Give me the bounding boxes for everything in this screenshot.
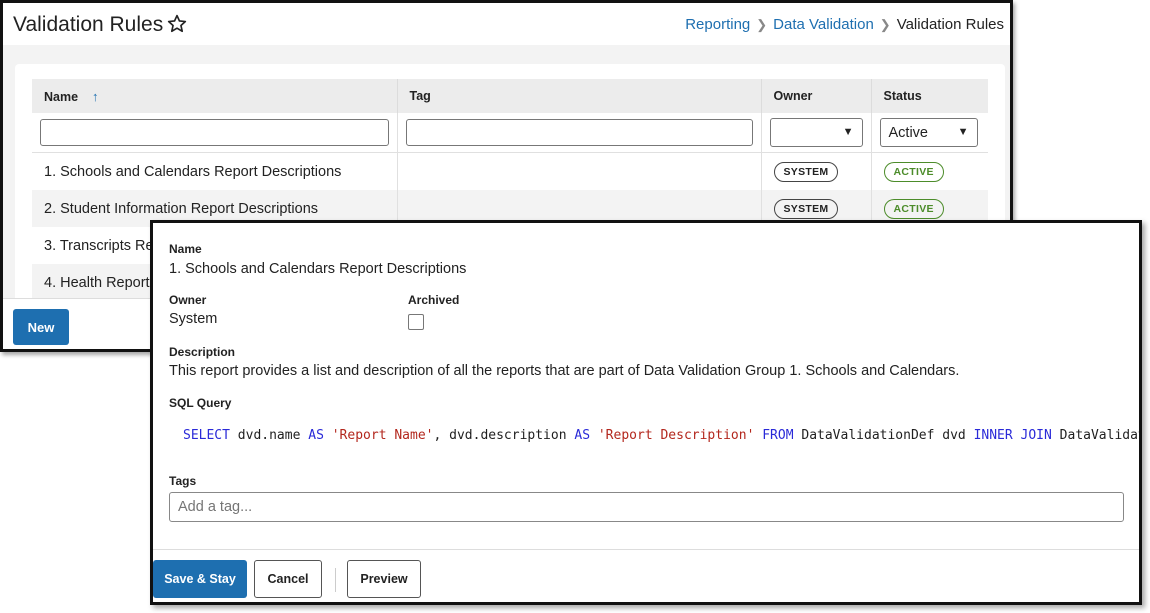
sql-token: 'Report Description' <box>597 428 755 443</box>
sql-query-editor[interactable]: SELECT dvd.name AS 'Report Name', dvd.de… <box>183 428 1142 443</box>
name-filter-input[interactable] <box>40 119 389 146</box>
table-row[interactable]: 1. Schools and Calendars Report Descript… <box>32 152 988 191</box>
breadcrumb: Reporting ❯ Data Validation ❯ Validation Rul… <box>685 16 1004 33</box>
sql-token: AS <box>574 428 591 443</box>
owner-filter-select[interactable]: ​▼ <box>769 118 863 147</box>
sort-ascending-icon[interactable]: ↑ <box>92 89 99 104</box>
status-filter-value: Active <box>888 125 929 141</box>
tags-label: Tags <box>169 474 197 488</box>
sql-token: INNER <box>973 428 1013 443</box>
breadcrumb-data-validation[interactable]: Data Validation <box>773 16 874 33</box>
caret-down-icon: ▼ <box>842 126 854 138</box>
sql-token: FROM <box>762 428 794 443</box>
breadcrumb-reporting[interactable]: Reporting <box>685 16 750 33</box>
button-divider <box>335 568 336 592</box>
sql-token: JOIN <box>1020 428 1052 443</box>
owner-value: System <box>169 311 218 327</box>
column-header-status[interactable]: Status <box>870 79 988 113</box>
new-button[interactable]: New <box>13 309 69 345</box>
status-badge: ACTIVE <box>883 198 944 219</box>
tag-filter-input[interactable] <box>405 119 753 146</box>
breadcrumb-current: Validation Rules <box>896 16 1004 33</box>
owner-badge: SYSTEM <box>773 198 839 219</box>
owner-label: Owner <box>169 293 207 307</box>
status-badge: ACTIVE <box>883 161 944 182</box>
column-header-name[interactable]: Name ↑ <box>32 79 397 113</box>
cancel-button[interactable]: Cancel <box>254 560 322 598</box>
sql-token: DataValidationDef dvd <box>793 428 974 443</box>
description-value: This report provides a list and descript… <box>169 363 960 379</box>
name-value: 1. Schools and Calendars Report Descript… <box>169 261 467 277</box>
favorite-star-icon[interactable] <box>166 13 188 35</box>
sql-token: SELECT <box>183 428 230 443</box>
sql-token: AS <box>308 428 324 443</box>
chevron-right-icon: ❯ <box>879 17 891 32</box>
table-header-row: Name ↑ Tag Owner Status <box>32 79 988 113</box>
chevron-right-icon: ❯ <box>756 17 768 32</box>
sql-token: , dvd.description <box>433 428 575 443</box>
owner-badge: SYSTEM <box>773 161 839 182</box>
page-title: Validation Rules <box>13 13 164 36</box>
sql-token: DataValidat <box>1051 428 1142 443</box>
rule-tag <box>396 152 761 190</box>
name-label: Name <box>169 242 202 256</box>
column-header-owner[interactable]: Owner <box>760 79 871 113</box>
detail-footer: Save & Stay Cancel Preview <box>153 549 1139 602</box>
filter-row: ​▼ Active ▼ <box>32 113 988 153</box>
archived-checkbox[interactable] <box>408 314 424 330</box>
sql-query-label: SQL Query <box>169 396 232 410</box>
sql-token: 'Report Name' <box>331 428 434 443</box>
save-and-stay-button[interactable]: Save & Stay <box>153 560 247 598</box>
sql-token: dvd.name <box>229 428 309 443</box>
column-label: Name <box>44 89 79 104</box>
preview-button[interactable]: Preview <box>347 560 421 598</box>
tags-input[interactable] <box>169 492 1124 522</box>
column-header-tag[interactable]: Tag <box>396 79 761 113</box>
description-label: Description <box>169 345 236 359</box>
page-header: Validation Rules Reporting ❯ Data Validati… <box>3 3 1010 45</box>
rule-name[interactable]: 1. Schools and Calendars Report Descript… <box>32 153 397 191</box>
caret-down-icon: ▼ <box>957 126 969 138</box>
rule-detail-window: Name 1. Schools and Calendars Report Des… <box>150 220 1142 605</box>
archived-label: Archived <box>408 293 460 307</box>
status-filter-select[interactable]: Active ▼ <box>879 118 978 147</box>
